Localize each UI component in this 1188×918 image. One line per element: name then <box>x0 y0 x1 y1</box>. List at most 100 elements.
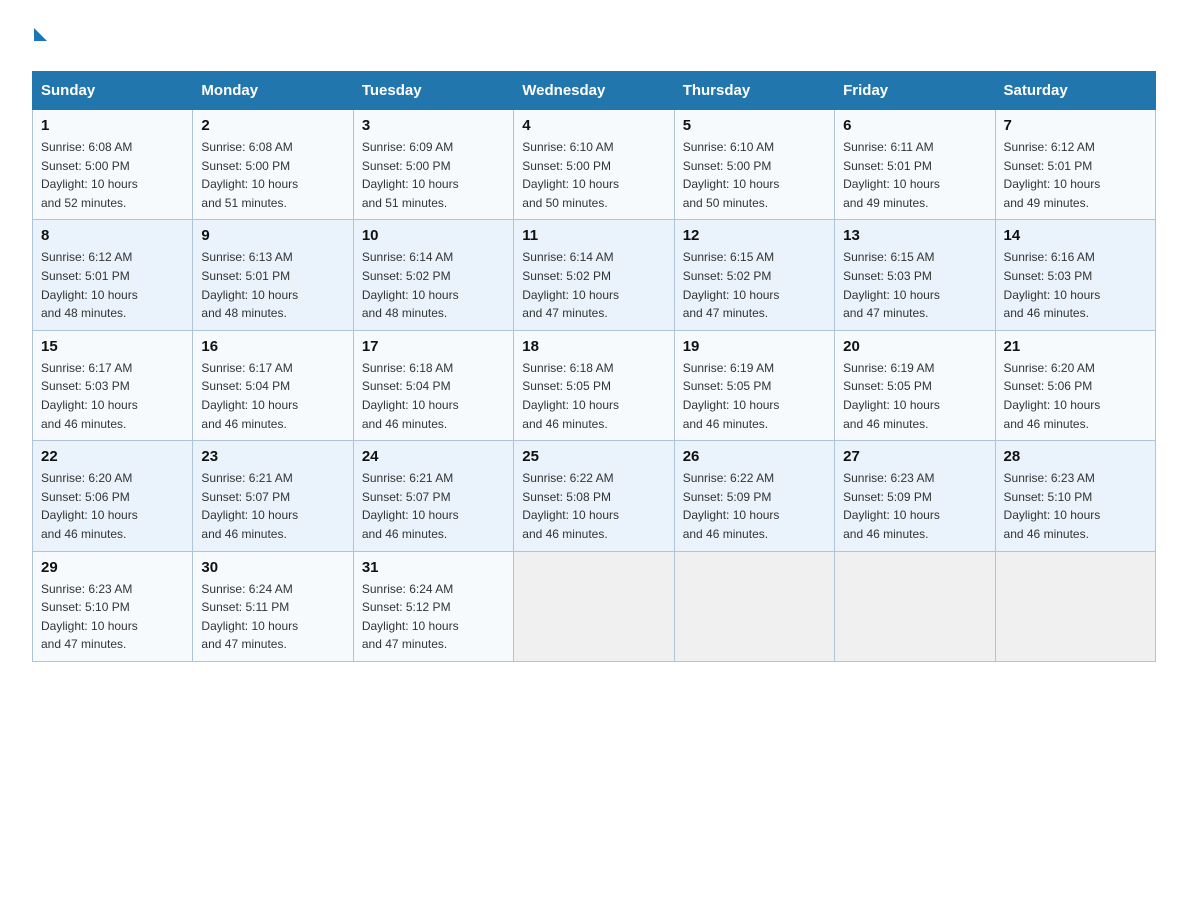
day-info: Sunrise: 6:17 AMSunset: 5:03 PMDaylight:… <box>41 359 184 433</box>
day-number: 17 <box>362 338 505 355</box>
day-number: 25 <box>522 448 665 465</box>
day-number: 8 <box>41 227 184 244</box>
calendar-day-cell: 13 Sunrise: 6:15 AMSunset: 5:03 PMDayligh… <box>835 220 995 330</box>
day-number: 26 <box>683 448 826 465</box>
day-info: Sunrise: 6:20 AMSunset: 5:06 PMDaylight:… <box>1004 359 1147 433</box>
calendar-day-cell: 18 Sunrise: 6:18 AMSunset: 5:05 PMDayligh… <box>514 330 674 440</box>
calendar-day-cell: 28 Sunrise: 6:23 AMSunset: 5:10 PMDayligh… <box>995 441 1155 551</box>
day-info: Sunrise: 6:12 AMSunset: 5:01 PMDaylight:… <box>41 248 184 322</box>
calendar-day-cell: 16 Sunrise: 6:17 AMSunset: 5:04 PMDayligh… <box>193 330 353 440</box>
calendar-day-cell: 19 Sunrise: 6:19 AMSunset: 5:05 PMDayligh… <box>674 330 834 440</box>
logo <box>32 24 47 53</box>
day-info: Sunrise: 6:12 AMSunset: 5:01 PMDaylight:… <box>1004 138 1147 212</box>
day-number: 6 <box>843 117 986 134</box>
day-info: Sunrise: 6:19 AMSunset: 5:05 PMDaylight:… <box>683 359 826 433</box>
day-number: 24 <box>362 448 505 465</box>
calendar-day-cell: 15 Sunrise: 6:17 AMSunset: 5:03 PMDayligh… <box>33 330 193 440</box>
calendar-day-cell: 17 Sunrise: 6:18 AMSunset: 5:04 PMDayligh… <box>353 330 513 440</box>
calendar-day-cell: 8 Sunrise: 6:12 AMSunset: 5:01 PMDaylight… <box>33 220 193 330</box>
calendar-day-cell: 23 Sunrise: 6:21 AMSunset: 5:07 PMDayligh… <box>193 441 353 551</box>
day-info: Sunrise: 6:17 AMSunset: 5:04 PMDaylight:… <box>201 359 344 433</box>
calendar-day-cell: 11 Sunrise: 6:14 AMSunset: 5:02 PMDayligh… <box>514 220 674 330</box>
calendar-week-row: 8 Sunrise: 6:12 AMSunset: 5:01 PMDaylight… <box>33 220 1156 330</box>
day-info: Sunrise: 6:14 AMSunset: 5:02 PMDaylight:… <box>522 248 665 322</box>
day-info: Sunrise: 6:11 AMSunset: 5:01 PMDaylight:… <box>843 138 986 212</box>
weekday-header-row: SundayMondayTuesdayWednesdayThursdayFrid… <box>33 72 1156 110</box>
day-info: Sunrise: 6:18 AMSunset: 5:05 PMDaylight:… <box>522 359 665 433</box>
day-number: 2 <box>201 117 344 134</box>
weekday-header-wednesday: Wednesday <box>514 72 674 110</box>
calendar-day-cell <box>995 551 1155 661</box>
day-info: Sunrise: 6:23 AMSunset: 5:10 PMDaylight:… <box>41 580 184 654</box>
day-info: Sunrise: 6:18 AMSunset: 5:04 PMDaylight:… <box>362 359 505 433</box>
calendar-table: SundayMondayTuesdayWednesdayThursdayFrid… <box>32 71 1156 662</box>
calendar-day-cell: 21Sunrise: 6:20 AMSunset: 5:06 PMDayligh… <box>995 330 1155 440</box>
day-number: 9 <box>201 227 344 244</box>
calendar-day-cell: 25 Sunrise: 6:22 AMSunset: 5:08 PMDayligh… <box>514 441 674 551</box>
day-info: Sunrise: 6:24 AMSunset: 5:12 PMDaylight:… <box>362 580 505 654</box>
calendar-day-cell: 5Sunrise: 6:10 AMSunset: 5:00 PMDaylight… <box>674 110 834 220</box>
day-info: Sunrise: 6:21 AMSunset: 5:07 PMDaylight:… <box>201 469 344 543</box>
calendar-day-cell: 20 Sunrise: 6:19 AMSunset: 5:05 PMDayligh… <box>835 330 995 440</box>
weekday-header-sunday: Sunday <box>33 72 193 110</box>
day-info: Sunrise: 6:24 AMSunset: 5:11 PMDaylight:… <box>201 580 344 654</box>
weekday-header-monday: Monday <box>193 72 353 110</box>
calendar-day-cell: 24 Sunrise: 6:21 AMSunset: 5:07 PMDayligh… <box>353 441 513 551</box>
calendar-day-cell: 12 Sunrise: 6:15 AMSunset: 5:02 PMDayligh… <box>674 220 834 330</box>
day-number: 11 <box>522 227 665 244</box>
weekday-header-tuesday: Tuesday <box>353 72 513 110</box>
day-info: Sunrise: 6:21 AMSunset: 5:07 PMDaylight:… <box>362 469 505 543</box>
calendar-day-cell <box>674 551 834 661</box>
day-info: Sunrise: 6:10 AMSunset: 5:00 PMDaylight:… <box>683 138 826 212</box>
day-info: Sunrise: 6:08 AMSunset: 5:00 PMDaylight:… <box>41 138 184 212</box>
calendar-day-cell: 26Sunrise: 6:22 AMSunset: 5:09 PMDayligh… <box>674 441 834 551</box>
day-info: Sunrise: 6:23 AMSunset: 5:10 PMDaylight:… <box>1004 469 1147 543</box>
day-info: Sunrise: 6:13 AMSunset: 5:01 PMDaylight:… <box>201 248 344 322</box>
day-info: Sunrise: 6:09 AMSunset: 5:00 PMDaylight:… <box>362 138 505 212</box>
day-number: 12 <box>683 227 826 244</box>
calendar-day-cell: 4Sunrise: 6:10 AMSunset: 5:00 PMDaylight… <box>514 110 674 220</box>
day-number: 7 <box>1004 117 1147 134</box>
day-info: Sunrise: 6:16 AMSunset: 5:03 PMDaylight:… <box>1004 248 1147 322</box>
calendar-day-cell: 10 Sunrise: 6:14 AMSunset: 5:02 PMDayligh… <box>353 220 513 330</box>
calendar-week-row: 22Sunrise: 6:20 AMSunset: 5:06 PMDayligh… <box>33 441 1156 551</box>
day-number: 27 <box>843 448 986 465</box>
day-number: 31 <box>362 559 505 576</box>
day-info: Sunrise: 6:15 AMSunset: 5:02 PMDaylight:… <box>683 248 826 322</box>
day-number: 18 <box>522 338 665 355</box>
weekday-header-friday: Friday <box>835 72 995 110</box>
day-number: 29 <box>41 559 184 576</box>
day-number: 1 <box>41 117 184 134</box>
calendar-day-cell <box>514 551 674 661</box>
day-number: 16 <box>201 338 344 355</box>
calendar-day-cell: 7 Sunrise: 6:12 AMSunset: 5:01 PMDaylight… <box>995 110 1155 220</box>
day-number: 28 <box>1004 448 1147 465</box>
calendar-day-cell: 9 Sunrise: 6:13 AMSunset: 5:01 PMDaylight… <box>193 220 353 330</box>
day-number: 4 <box>522 117 665 134</box>
day-info: Sunrise: 6:22 AMSunset: 5:08 PMDaylight:… <box>522 469 665 543</box>
day-number: 20 <box>843 338 986 355</box>
calendar-week-row: 1 Sunrise: 6:08 AMSunset: 5:00 PMDaylight… <box>33 110 1156 220</box>
calendar-day-cell <box>835 551 995 661</box>
calendar-week-row: 15 Sunrise: 6:17 AMSunset: 5:03 PMDayligh… <box>33 330 1156 440</box>
day-info: Sunrise: 6:19 AMSunset: 5:05 PMDaylight:… <box>843 359 986 433</box>
logo-arrow-icon <box>34 28 47 41</box>
day-info: Sunrise: 6:08 AMSunset: 5:00 PMDaylight:… <box>201 138 344 212</box>
day-number: 13 <box>843 227 986 244</box>
day-number: 14 <box>1004 227 1147 244</box>
day-number: 15 <box>41 338 184 355</box>
day-info: Sunrise: 6:15 AMSunset: 5:03 PMDaylight:… <box>843 248 986 322</box>
day-number: 19 <box>683 338 826 355</box>
calendar-day-cell: 3 Sunrise: 6:09 AMSunset: 5:00 PMDaylight… <box>353 110 513 220</box>
calendar-day-cell: 6 Sunrise: 6:11 AMSunset: 5:01 PMDaylight… <box>835 110 995 220</box>
day-info: Sunrise: 6:14 AMSunset: 5:02 PMDaylight:… <box>362 248 505 322</box>
day-number: 10 <box>362 227 505 244</box>
weekday-header-thursday: Thursday <box>674 72 834 110</box>
calendar-day-cell: 31 Sunrise: 6:24 AMSunset: 5:12 PMDayligh… <box>353 551 513 661</box>
calendar-day-cell: 14 Sunrise: 6:16 AMSunset: 5:03 PMDayligh… <box>995 220 1155 330</box>
day-info: Sunrise: 6:20 AMSunset: 5:06 PMDaylight:… <box>41 469 184 543</box>
day-info: Sunrise: 6:23 AMSunset: 5:09 PMDaylight:… <box>843 469 986 543</box>
day-number: 23 <box>201 448 344 465</box>
page-header <box>32 24 1156 53</box>
day-number: 3 <box>362 117 505 134</box>
